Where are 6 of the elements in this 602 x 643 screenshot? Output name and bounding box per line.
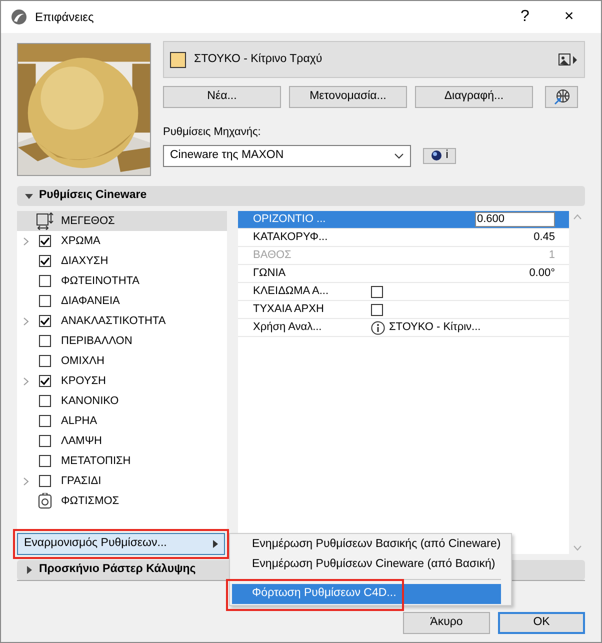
material-name: ΣΤΟΥΚΟ - Κίτρινο Τραχύ (194, 52, 324, 67)
section-title: Ρυθμίσεις Cineware (39, 188, 147, 204)
engine-value: Cineware της MAXON (170, 148, 284, 163)
section-title: Προσκήνιο Ράστερ Κάλυψης (39, 562, 196, 578)
window-title: Επιφάνειες (35, 9, 95, 26)
engine-label: Ρυθμίσεις Μηχανής: (163, 125, 262, 140)
